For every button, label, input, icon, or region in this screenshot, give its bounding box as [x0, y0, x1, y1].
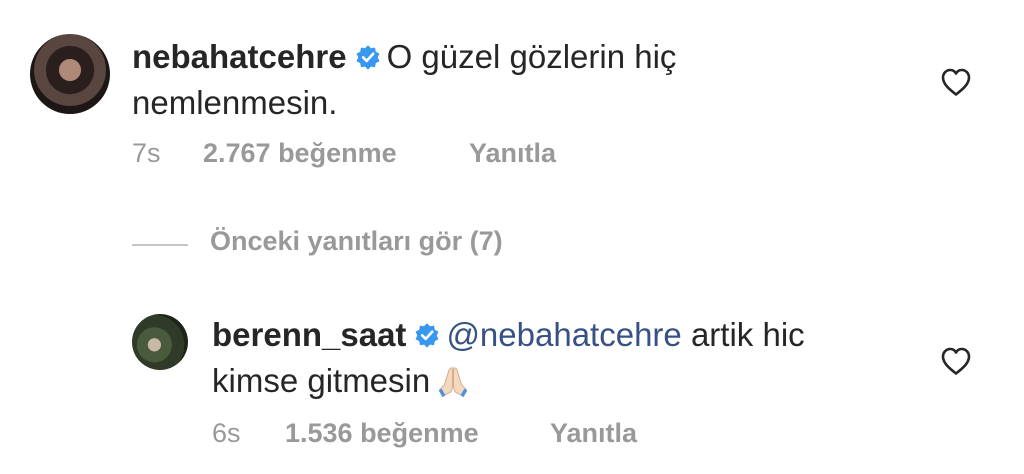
comment-time: 7s: [132, 138, 161, 168]
comment-text-block: nebahatcehre O güzel gözlerin hiç nemlen…: [132, 34, 852, 126]
view-previous-replies-label: Önceki yanıtları gör (7): [210, 226, 503, 256]
comment-body-line2: kimse gitmesin: [212, 362, 431, 399]
heart-outline-icon[interactable]: [940, 67, 972, 97]
divider: [132, 244, 188, 246]
view-previous-replies-button[interactable]: Önceki yanıtları gör (7): [132, 226, 592, 262]
avatar[interactable]: [30, 34, 110, 114]
comment-username[interactable]: berenn_saat: [212, 316, 406, 353]
comment-likes[interactable]: 1.536 beğenme: [285, 418, 479, 449]
verified-badge-icon: [415, 323, 439, 348]
verified-badge-icon: [356, 45, 380, 70]
comment-likes[interactable]: 2.767 beğenme: [203, 138, 397, 169]
comment-username[interactable]: nebahatcehre: [132, 38, 347, 75]
folded-hands-emoji: [438, 367, 468, 398]
reply-button[interactable]: Yanıtla: [550, 418, 637, 449]
comment-text-block: berenn_saat @nebahatcehre artik hic kimse…: [212, 312, 892, 404]
mention-link[interactable]: @nebahatcehre: [446, 316, 681, 353]
avatar[interactable]: [132, 314, 188, 370]
reply-button[interactable]: Yanıtla: [469, 138, 556, 169]
heart-outline-icon[interactable]: [940, 346, 972, 376]
comment-body-line1: artik hic: [690, 316, 805, 353]
comment-time: 6s: [212, 418, 241, 448]
